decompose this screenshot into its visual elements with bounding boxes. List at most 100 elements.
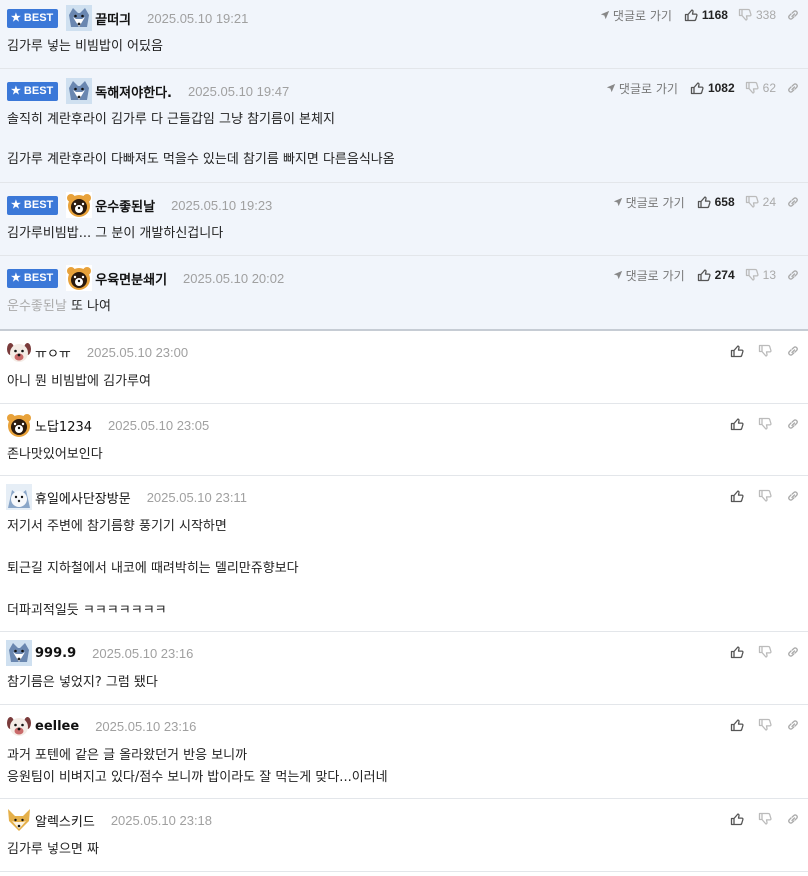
like-button[interactable]: 658 — [697, 195, 735, 209]
dislike-button[interactable]: 338 — [738, 8, 776, 22]
wolf-avatar[interactable] — [66, 78, 92, 104]
thumbs-down-icon — [758, 344, 772, 358]
comment-meta: 휴일에사단장방문 2025.05.10 23:11 — [6, 486, 247, 508]
dog-avatar[interactable] — [6, 339, 32, 365]
like-button[interactable]: 1082 — [690, 81, 735, 95]
link-button[interactable] — [786, 81, 800, 95]
comment-text: 참기름은 넣었지? 그럼 됐다 — [7, 675, 158, 690]
comment-text-line: 응원팀이 비벼지고 있다/점수 보니까 밥이라도 잘 먹는게 맞다...이러네 — [7, 770, 388, 785]
dislike-button[interactable] — [758, 489, 772, 503]
goto-reply-link[interactable]: 댓글로 가기 — [613, 194, 685, 211]
comment: eellee 2025.05.10 23:16 과거 포텐에 같은 글 올라왔던… — [0, 705, 808, 799]
dislike-button[interactable] — [758, 645, 772, 659]
dislike-button[interactable] — [758, 718, 772, 732]
like-count: 1168 — [701, 8, 728, 22]
like-button[interactable]: 274 — [697, 268, 735, 282]
link-icon — [786, 268, 800, 282]
comment-author[interactable]: 운수좋된날 — [95, 196, 155, 215]
link-button[interactable] — [786, 268, 800, 282]
link-icon — [786, 489, 800, 503]
thumbs-up-icon — [730, 344, 744, 358]
comment-meta: ★ BEST 운수좋된날 2025.05.10 19:23 — [7, 194, 272, 216]
thumbs-up-icon — [690, 81, 704, 95]
link-button[interactable] — [786, 718, 800, 732]
comment-date: 2025.05.10 23:16 — [92, 645, 194, 661]
comment-date: 2025.05.10 23:11 — [146, 489, 247, 505]
dislike-button[interactable]: 24 — [745, 195, 776, 209]
best-badge: ★ BEST — [7, 268, 59, 288]
comment-author[interactable]: 끝떠긔 — [95, 9, 131, 28]
comment-text: 운수좋된날 또 나여 — [7, 299, 111, 314]
dog-avatar[interactable] — [6, 713, 32, 739]
comment-author[interactable]: 노답1234 — [35, 416, 92, 435]
like-count: 1082 — [707, 81, 735, 95]
comment-author[interactable]: 우육면분쇄기 — [95, 269, 167, 288]
thumbs-up-icon — [730, 718, 744, 732]
like-button[interactable] — [730, 812, 744, 826]
like-button[interactable] — [730, 645, 744, 659]
thumbs-down-icon — [758, 812, 772, 826]
like-button[interactable] — [730, 718, 744, 732]
thumbs-up-icon — [697, 195, 711, 209]
comment: 노답1234 2025.05.10 23:05 존나맛있어보인다 — [0, 404, 808, 476]
comment: 999.9 2025.05.10 23:16 참기름은 넣었지? 그럼 됐다 — [0, 632, 808, 705]
like-button[interactable] — [730, 417, 744, 431]
reply-mention[interactable]: 운수좋된날 — [7, 299, 67, 314]
thumbs-down-icon — [758, 417, 772, 431]
comment-meta: ★ BEST 우육면분쇄기 2025.05.10 20:02 — [7, 267, 284, 289]
link-button[interactable] — [786, 195, 800, 209]
dislike-button[interactable]: 13 — [745, 268, 776, 282]
fox-avatar[interactable] — [6, 807, 32, 833]
comment-date: 2025.05.10 23:16 — [95, 718, 197, 734]
link-button[interactable] — [786, 812, 800, 826]
link-button[interactable] — [786, 417, 800, 431]
goto-reply-link[interactable]: 댓글로 가기 — [606, 80, 678, 97]
bear-avatar[interactable] — [66, 265, 92, 291]
comment-author[interactable]: eellee — [35, 719, 79, 734]
dislike-button[interactable]: 62 — [745, 81, 776, 95]
bear-avatar[interactable] — [6, 412, 32, 438]
link-icon — [786, 718, 800, 732]
comment-author[interactable]: 휴일에사단장방문 — [35, 488, 131, 507]
like-button[interactable]: 1168 — [684, 8, 728, 22]
dislike-button[interactable] — [758, 812, 772, 826]
dislike-count: 13 — [762, 268, 776, 282]
comment-actions: 댓글로 가기 1168 338 — [600, 5, 800, 25]
comment-actions — [730, 715, 800, 735]
seal-avatar[interactable] — [6, 484, 32, 510]
comment-text-line: 솔직히 계란후라이 김가루 다 근들갑임 그냥 참기름이 본체지 — [7, 112, 335, 127]
comment: 휴일에사단장방문 2025.05.10 23:11 저기서 주변에 참기름향 풍… — [0, 476, 808, 632]
comment-author[interactable]: 999.9 — [35, 646, 76, 661]
comment-author[interactable]: ㅠㅇㅠ — [35, 343, 71, 362]
comment-text-line: 더파괴적일듯 ㅋㅋㅋㅋㅋㅋㅋ — [7, 603, 167, 618]
link-button[interactable] — [786, 645, 800, 659]
like-button[interactable] — [730, 344, 744, 358]
comment-text-line: 과거 포텐에 같은 글 올라왔던거 반응 보니까 — [7, 748, 248, 763]
comment-date: 2025.05.10 19:47 — [187, 83, 290, 99]
comment-date: 2025.05.10 19:21 — [147, 10, 249, 26]
comment-meta: ㅠㅇㅠ 2025.05.10 23:00 — [6, 341, 188, 363]
link-icon — [786, 8, 800, 22]
best-badge: ★ BEST — [7, 8, 59, 28]
wolf-avatar[interactable] — [6, 640, 32, 666]
like-button[interactable] — [730, 489, 744, 503]
dislike-count: 62 — [762, 81, 776, 95]
bear-avatar[interactable] — [66, 192, 92, 218]
arrow-icon — [600, 10, 610, 20]
comment-date: 2025.05.10 23:00 — [86, 344, 189, 360]
comment-author[interactable]: 독해져야한다. — [95, 82, 172, 101]
comment-text: 김가루 넣으면 짜 — [7, 842, 99, 857]
comment-text: 아니 뭔 비빔밥에 김가루여 — [7, 374, 151, 389]
link-button[interactable] — [786, 489, 800, 503]
link-button[interactable] — [786, 344, 800, 358]
goto-reply-link[interactable]: 댓글로 가기 — [600, 7, 672, 24]
dislike-button[interactable] — [758, 344, 772, 358]
comment-text: 김가루비빔밥... 그 분이 개발하신겁니다 — [7, 226, 224, 241]
comment-date: 2025.05.10 19:23 — [171, 197, 273, 213]
dislike-button[interactable] — [758, 417, 772, 431]
comment-author[interactable]: 알렉스키드 — [35, 811, 95, 830]
goto-reply-link[interactable]: 댓글로 가기 — [613, 267, 685, 284]
thumbs-down-icon — [745, 268, 759, 282]
wolf-avatar[interactable] — [66, 5, 92, 31]
link-button[interactable] — [786, 8, 800, 22]
